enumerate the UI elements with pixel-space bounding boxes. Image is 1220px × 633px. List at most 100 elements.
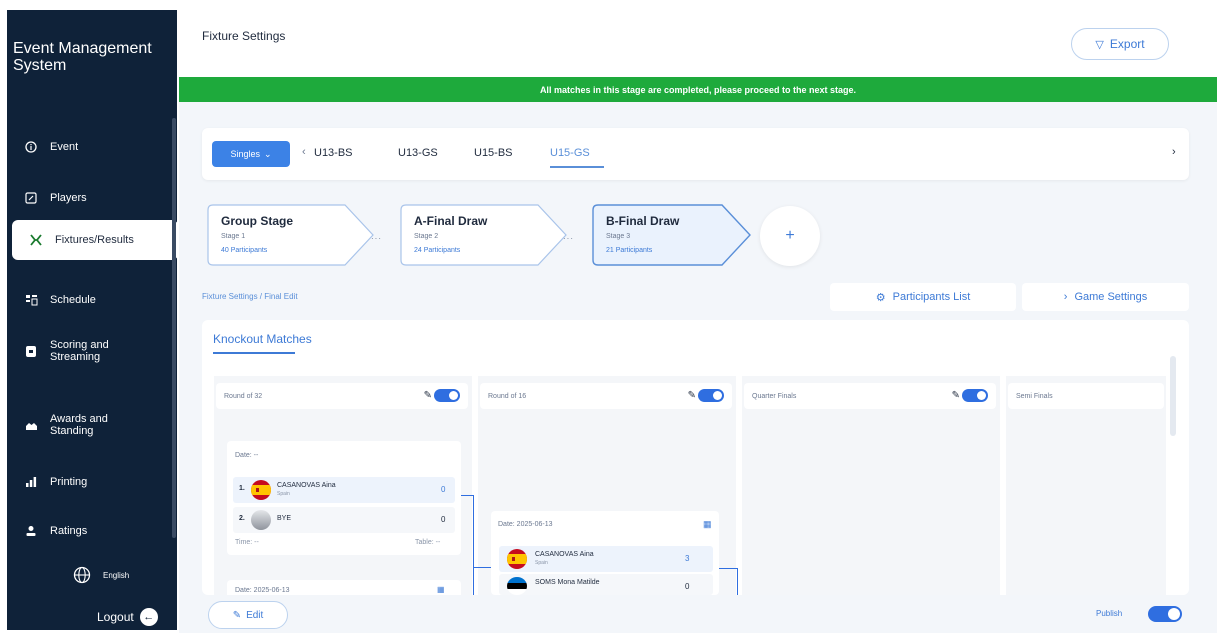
match-date: Date: -- — [235, 452, 259, 459]
sidebar-item-label: Scoring and Streaming — [50, 339, 109, 363]
sidebar-item-printing[interactable]: Printing — [7, 462, 177, 502]
match-card[interactable]: Date: 2025-06-13 ▦ — [227, 580, 461, 595]
stage-a-final-draw[interactable]: A-Final Draw Stage 2 24 Participants — [400, 204, 568, 266]
match-time: Time: -- — [235, 539, 259, 546]
tabs-prev-icon[interactable]: ‹ — [302, 146, 306, 158]
active-tab-indicator — [550, 166, 604, 168]
add-stage-button[interactable]: + — [760, 206, 820, 266]
knockout-scrollbar[interactable] — [1170, 356, 1176, 436]
game-settings-button[interactable]: › Game Settings — [1022, 283, 1189, 311]
stage-participants: 24 Participants — [414, 247, 461, 254]
pencil-icon[interactable]: ✎ — [424, 390, 432, 401]
publish-toggle[interactable] — [1148, 606, 1182, 622]
stage-group-stage[interactable]: Group Stage Stage 1 40 Participants — [207, 204, 375, 266]
match-date: Date: 2025-06-13 — [498, 521, 553, 528]
logout-button[interactable]: Logout ← — [97, 608, 158, 626]
info-circle-icon — [24, 140, 38, 154]
stage-name: Group Stage — [221, 214, 294, 228]
round-header: Round of 16 ✎ — [480, 383, 732, 409]
logout-icon: ← — [139, 608, 158, 626]
sidebar-item-label: Players — [50, 192, 87, 204]
edit-square-icon — [24, 191, 38, 205]
sidebar-item-label: Ratings — [50, 525, 88, 537]
language-selector[interactable]: English — [73, 566, 129, 584]
bracket-connector — [461, 495, 473, 496]
stage-name: B-Final Draw — [606, 214, 680, 228]
filter-icon: ▽ — [1095, 38, 1104, 51]
round-header: Round of 32 ✎ — [216, 383, 468, 409]
round-title: Semi Finals — [1016, 392, 1053, 400]
round-title: Round of 16 — [488, 392, 527, 400]
settings-icon: › — [1063, 291, 1068, 303]
globe-icon — [73, 566, 91, 584]
fixtures-icon — [29, 233, 43, 247]
player-score: 0 — [441, 515, 446, 524]
participants-list-button[interactable]: ⚙ Participants List — [830, 283, 1016, 311]
round-toggle[interactable] — [698, 389, 724, 402]
round-header: Semi Finals — [1008, 383, 1164, 409]
export-button[interactable]: ▽ Export — [1071, 28, 1169, 60]
stage-participants: 40 Participants — [221, 247, 268, 254]
sidebar-item-event[interactable]: Event — [7, 127, 177, 167]
sidebar-item-fixtures-results[interactable]: Fixtures/Results — [12, 220, 178, 260]
pencil-icon[interactable]: ✎ — [952, 390, 960, 401]
plus-icon: + — [785, 227, 795, 244]
participants-icon: ⚙ — [875, 291, 886, 304]
sidebar-item-ratings[interactable]: Ratings — [7, 511, 177, 551]
round-toggle[interactable] — [962, 389, 988, 402]
participants-list-label: Participants List — [892, 291, 971, 303]
sidebar: Event Management System Event Players Fi… — [7, 10, 178, 630]
bracket-connector — [719, 568, 737, 569]
stage-participants: 21 Participants — [606, 247, 653, 254]
stage-name: A-Final Draw — [414, 214, 488, 228]
sidebar-item-schedule[interactable]: Schedule — [7, 280, 177, 320]
sidebar-scrollbar[interactable] — [172, 118, 176, 538]
tab-u15-gs[interactable]: U15-GS — [550, 147, 590, 159]
bracket-connector — [473, 567, 491, 568]
category-tabs: Singles ⌄ ‹ U13-BS U13-GS U15-BS U15-GS … — [202, 128, 1189, 180]
stage-number: Stage 3 — [606, 233, 631, 240]
bracket-connector — [737, 568, 738, 595]
sidebar-item-label: Awards and Standing — [50, 413, 108, 437]
breadcrumb[interactable]: Fixture Settings / Final Edit — [202, 292, 298, 301]
bracket-connector — [473, 495, 474, 595]
round-column: Semi Finals — [1006, 376, 1166, 595]
sidebar-item-scoring-streaming[interactable]: Scoring and Streaming — [7, 331, 177, 371]
match-player-row[interactable]: 2. BYE 0 — [233, 507, 455, 533]
sidebar-item-players[interactable]: Players — [7, 178, 177, 218]
player-score: 0 — [685, 582, 690, 591]
scoring-icon — [24, 344, 38, 358]
stage-b-final-draw[interactable]: B-Final Draw Stage 3 21 Participants — [592, 204, 752, 266]
tabs-next-icon[interactable]: › — [1172, 146, 1176, 158]
match-card[interactable]: Date: -- 1. CASANOVAS Aina Spain 0 2. BY… — [227, 441, 461, 555]
sidebar-item-awards-standing[interactable]: Awards and Standing — [7, 405, 177, 445]
calendar-icon[interactable]: ▦ — [437, 585, 445, 594]
tab-u13-bs[interactable]: U13-BS — [314, 147, 353, 159]
player-score: 3 — [685, 554, 690, 563]
edit-label: Edit — [246, 609, 264, 621]
game-settings-label: Game Settings — [1074, 291, 1148, 303]
schedule-icon — [24, 293, 38, 307]
match-player-row[interactable]: CASANOVAS Aina Spain 3 — [499, 546, 713, 572]
language-label: English — [103, 570, 130, 580]
player-seed: 2. — [239, 515, 245, 522]
sidebar-item-label: Printing — [50, 476, 88, 488]
logout-label: Logout — [97, 610, 134, 624]
pencil-icon[interactable]: ✎ — [688, 390, 696, 401]
active-tab-indicator — [213, 352, 295, 354]
match-player-row[interactable]: 1. CASANOVAS Aina Spain 0 — [233, 477, 455, 503]
match-type-select[interactable]: Singles ⌄ — [212, 141, 290, 167]
sidebar-item-label: Schedule — [50, 294, 96, 306]
match-player-row[interactable]: SOMS Mona Matilde 0 — [499, 574, 713, 595]
match-card[interactable]: Date: 2025-06-13 ▦ CASANOVAS Aina Spain … — [491, 511, 719, 595]
calendar-icon[interactable]: ▦ — [703, 519, 712, 530]
match-table: Table: -- — [415, 539, 441, 546]
app-title: Event Management System — [13, 40, 152, 74]
tab-u13-gs[interactable]: U13-GS — [398, 147, 438, 159]
player-name: SOMS Mona Matilde — [535, 579, 600, 586]
edit-button[interactable]: ✎ Edit — [208, 601, 288, 629]
player-name: BYE — [277, 515, 292, 522]
knockout-tab[interactable]: Knockout Matches — [213, 332, 312, 346]
round-toggle[interactable] — [434, 389, 460, 402]
tab-u15-bs[interactable]: U15-BS — [474, 147, 513, 159]
